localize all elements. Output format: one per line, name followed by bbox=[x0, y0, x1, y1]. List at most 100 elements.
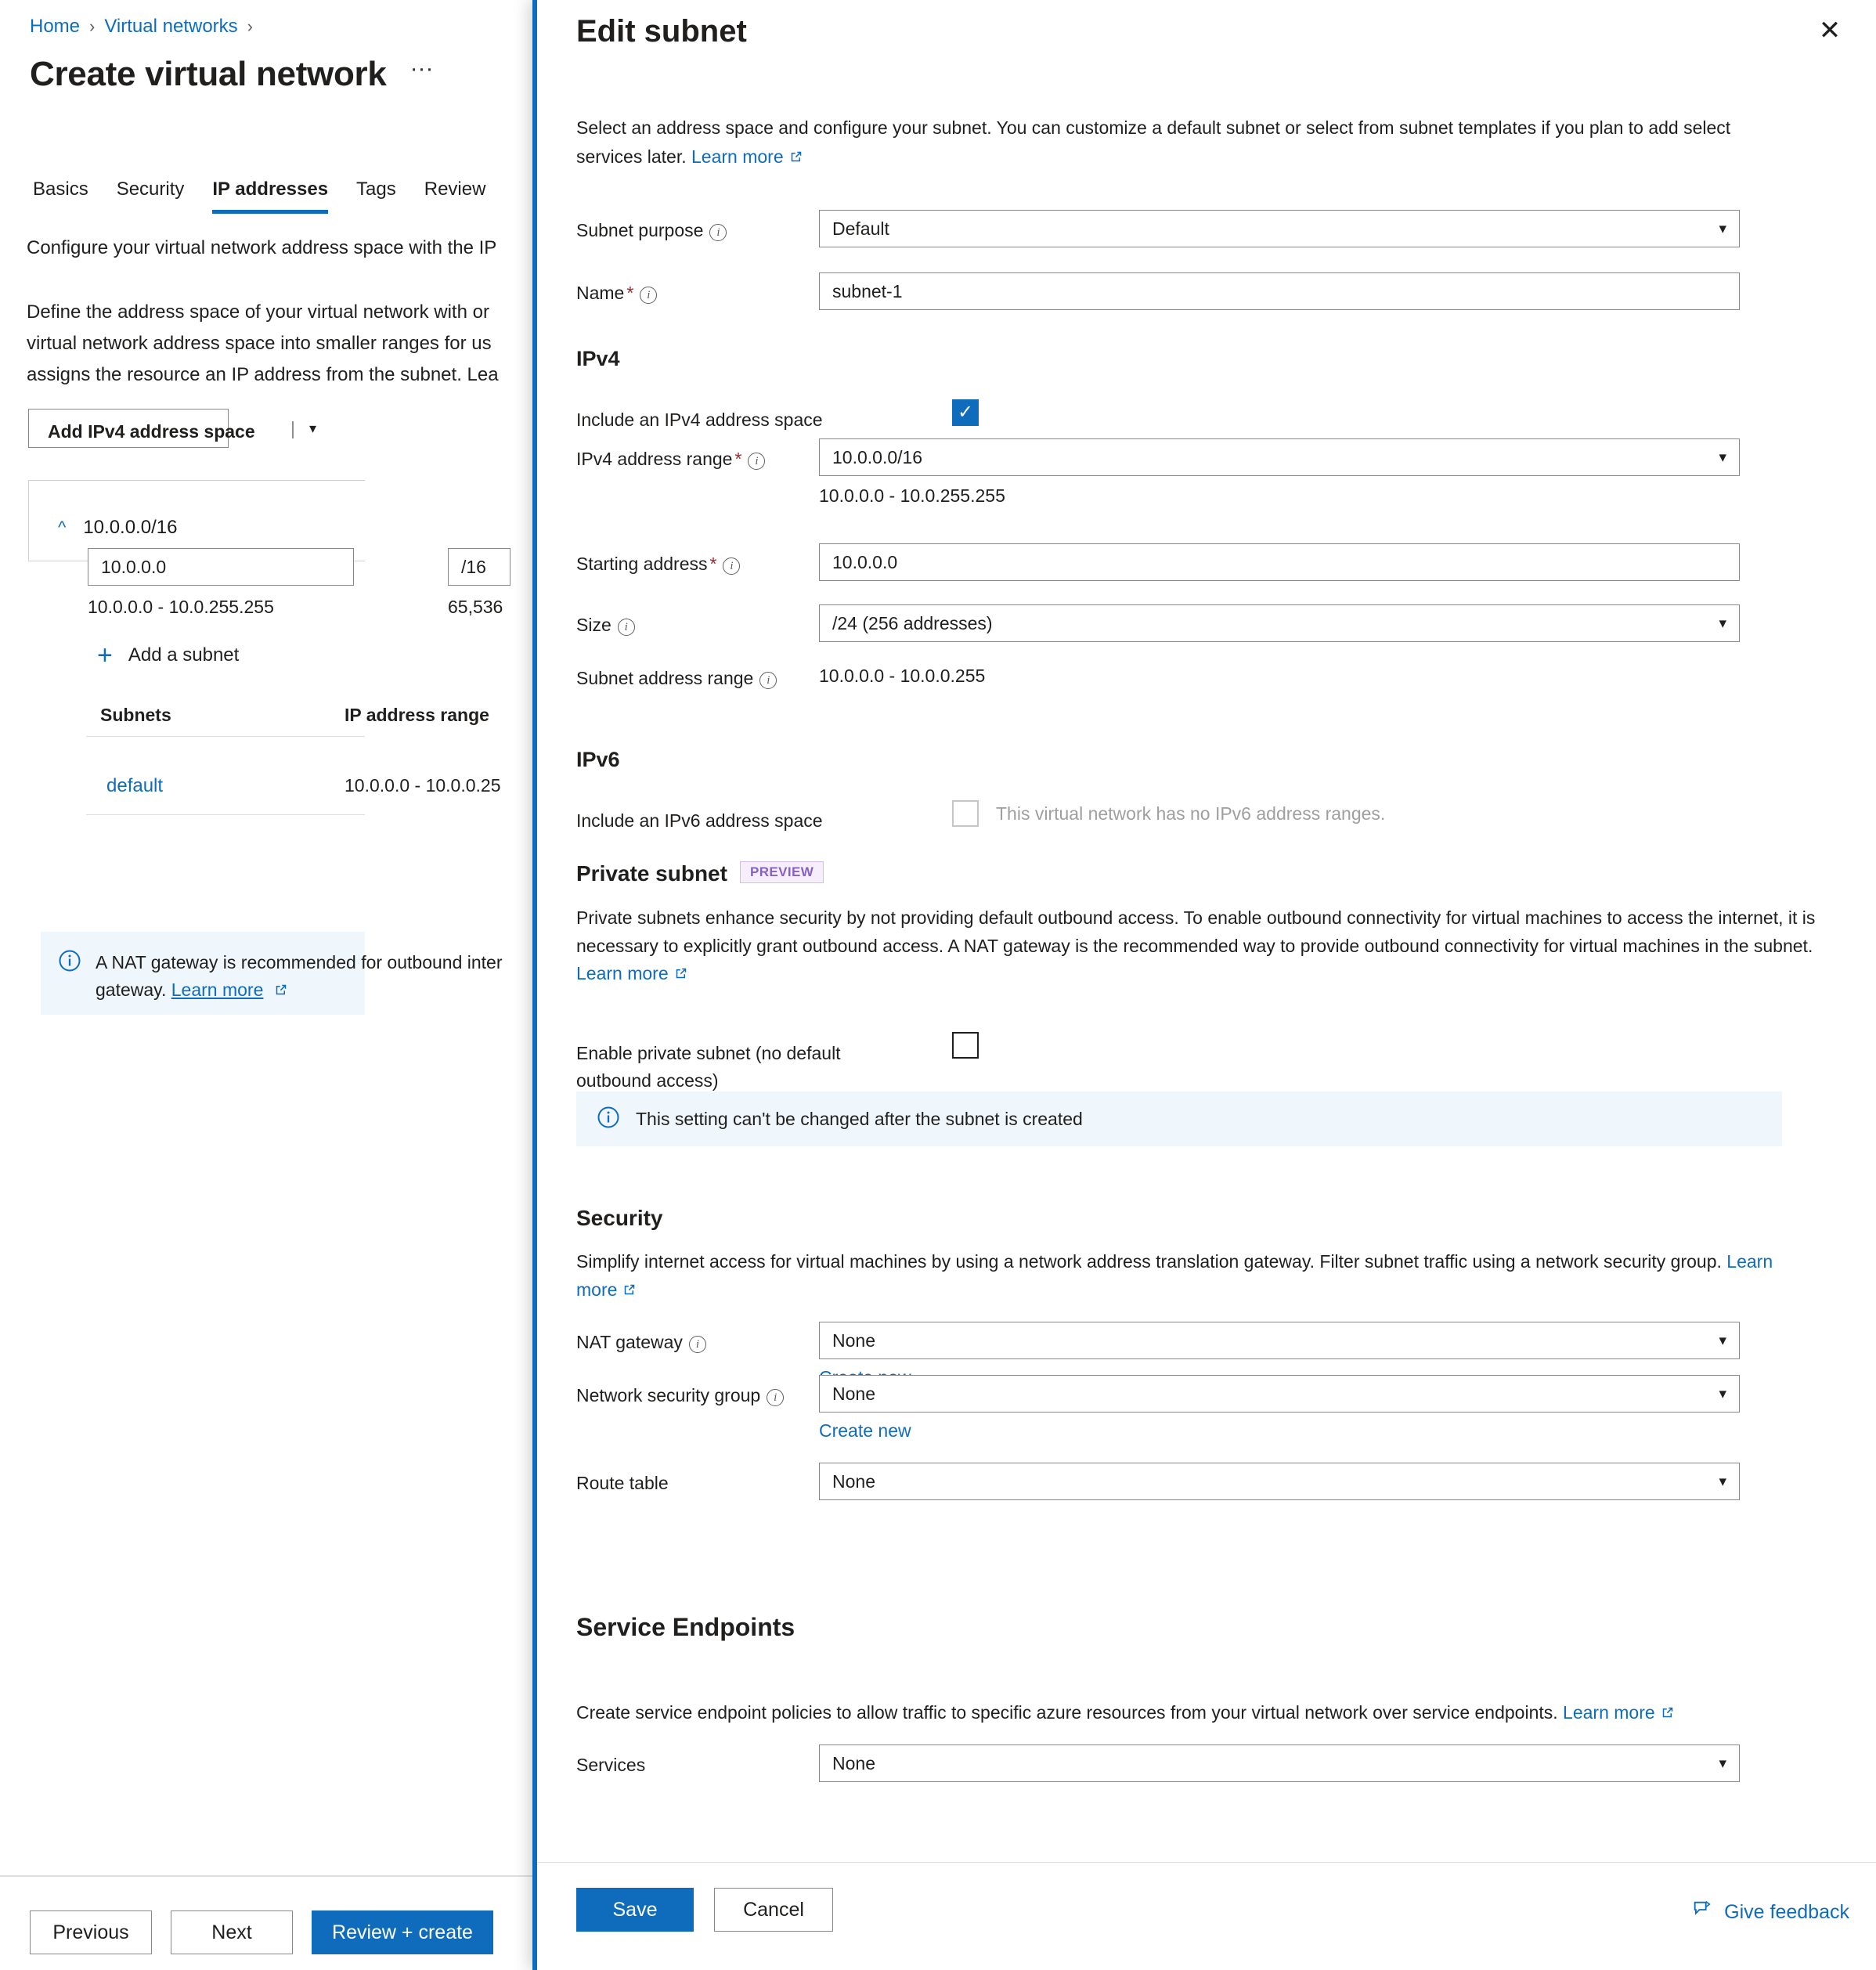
breadcrumb-home[interactable]: Home bbox=[30, 16, 80, 37]
address-space-count-text: 65,536 bbox=[448, 597, 503, 617]
security-description-text: Simplify internet access for virtual mac… bbox=[576, 1251, 1722, 1272]
wizard-tabs: Basics Security IP addresses Tags Review bbox=[19, 171, 500, 214]
subnet-purpose-value: Default bbox=[832, 218, 889, 239]
size-label-text: Size bbox=[576, 615, 612, 635]
route-table-select[interactable]: None ▾ bbox=[819, 1463, 1740, 1500]
field-row-services: Services None ▾ bbox=[576, 1744, 1829, 1782]
chevron-down-icon: ▾ bbox=[1719, 1332, 1726, 1349]
info-icon[interactable]: i bbox=[748, 453, 766, 470]
info-icon[interactable]: i bbox=[688, 1336, 706, 1353]
table-divider-bottom bbox=[86, 814, 365, 815]
field-row-enable-private-subnet: Enable private subnet (no default outbou… bbox=[576, 1032, 1829, 1094]
private-subnet-learn-more-link[interactable]: Learn more bbox=[576, 963, 669, 983]
info-icon[interactable]: i bbox=[617, 619, 635, 636]
review-create-button[interactable]: Review + create bbox=[312, 1910, 493, 1954]
route-table-value: None bbox=[832, 1470, 875, 1492]
services-value: None bbox=[832, 1752, 875, 1773]
chevron-up-icon[interactable]: ^ bbox=[58, 518, 66, 538]
ip-body-line-1: Define the address space of your virtual… bbox=[27, 301, 489, 323]
services-label: Services bbox=[576, 1755, 646, 1775]
chevron-down-icon: ▾ bbox=[1719, 220, 1726, 237]
info-icon[interactable]: i bbox=[723, 557, 741, 575]
include-ipv4-checkbox[interactable]: ✓ bbox=[952, 399, 979, 426]
nat-info-learn-more-link[interactable]: Learn more bbox=[171, 980, 264, 1000]
service-endpoints-learn-more-link[interactable]: Learn more bbox=[1563, 1702, 1655, 1723]
table-row-subnet-name[interactable]: default bbox=[106, 775, 163, 797]
service-endpoints-description: Create service endpoint policies to allo… bbox=[576, 1699, 1845, 1727]
save-button[interactable]: Save bbox=[576, 1888, 694, 1932]
breadcrumb-separator-icon: › bbox=[89, 16, 96, 36]
add-ipv4-address-space-label: Add IPv4 address space bbox=[48, 421, 255, 442]
subnet-purpose-select[interactable]: Default ▾ bbox=[819, 210, 1740, 247]
flyout-learn-more-link[interactable]: Learn more bbox=[691, 146, 784, 167]
next-button[interactable]: Next bbox=[171, 1910, 293, 1954]
nat-gateway-label: NAT gateway i bbox=[576, 1322, 819, 1355]
private-subnet-section-heading: Private subnet PREVIEW bbox=[576, 861, 824, 886]
ip-range-column-header: IP address range bbox=[345, 705, 489, 725]
ip-intro-text: Configure your virtual network address s… bbox=[27, 237, 497, 258]
name-input[interactable]: subnet-1 bbox=[819, 272, 1740, 310]
info-icon[interactable]: i bbox=[759, 672, 777, 689]
enable-private-subnet-label-line1: Enable private subnet (no default bbox=[576, 1043, 841, 1063]
starting-address-input[interactable]: 10.0.0.0 bbox=[819, 543, 1740, 581]
add-a-subnet-button[interactable]: + Add a subnet bbox=[97, 642, 239, 669]
info-icon[interactable]: i bbox=[640, 287, 658, 304]
address-space-mask-input[interactable]: /16 bbox=[448, 548, 510, 586]
give-feedback-button[interactable]: Give feedback bbox=[1691, 1899, 1849, 1926]
chevron-down-icon[interactable]: ▾ bbox=[309, 420, 316, 437]
network-security-group-select[interactable]: None ▾ bbox=[819, 1375, 1740, 1413]
tab-ip-addresses[interactable]: IP addresses bbox=[198, 171, 342, 214]
tab-review[interactable]: Review bbox=[410, 171, 500, 208]
ipv4-address-range-label: IPv4 address range * i bbox=[576, 438, 819, 472]
previous-button[interactable]: Previous bbox=[30, 1910, 152, 1954]
starting-address-label: Starting address * i bbox=[576, 543, 819, 577]
subnet-purpose-label: Subnet purpose i bbox=[576, 210, 819, 244]
flyout-description: Select an address space and configure yo… bbox=[576, 114, 1782, 171]
chevron-down-icon: ▾ bbox=[1719, 1755, 1726, 1772]
size-control: /24 (256 addresses) ▾ bbox=[819, 604, 1829, 642]
address-space-input[interactable]: 10.0.0.0 bbox=[88, 548, 354, 586]
check-icon: ✓ bbox=[957, 402, 974, 423]
nat-info-line-2: gateway. bbox=[96, 979, 167, 1000]
tab-basics[interactable]: Basics bbox=[19, 171, 103, 208]
left-footer-divider bbox=[0, 1875, 548, 1877]
field-row-include-ipv6: Include an IPv6 address space This virtu… bbox=[576, 800, 1829, 834]
chevron-down-icon: ▾ bbox=[1719, 1473, 1726, 1490]
cancel-button[interactable]: Cancel bbox=[714, 1888, 833, 1932]
nat-gateway-select[interactable]: None ▾ bbox=[819, 1322, 1740, 1359]
more-options-icon[interactable]: ··· bbox=[410, 57, 434, 92]
security-description: Simplify internet access for virtual mac… bbox=[576, 1248, 1798, 1304]
ipv4-address-range-hint: 10.0.0.0 - 10.0.255.255 bbox=[819, 485, 1005, 506]
flyout-footer: Save Cancel Give feedback bbox=[537, 1862, 1876, 1970]
page-title-row: Create virtual network ··· bbox=[30, 55, 434, 94]
required-asterisk: * bbox=[709, 554, 717, 574]
azure-create-vnet-screen: Home › Virtual networks › Create virtual ne… bbox=[0, 0, 1876, 1970]
info-icon bbox=[58, 949, 81, 1015]
field-row-subnet-address-range: Subnet address range i 10.0.0.0 - 10.0.0.… bbox=[576, 658, 1829, 691]
subnet-address-range-control: 10.0.0.0 - 10.0.0.255 bbox=[819, 658, 1829, 687]
include-ipv4-control: ✓ bbox=[952, 399, 1829, 426]
info-icon[interactable]: i bbox=[767, 1389, 785, 1406]
private-subnet-info-banner: This setting can't be changed after the … bbox=[576, 1091, 1782, 1146]
close-icon[interactable]: ✕ bbox=[1812, 13, 1848, 49]
address-space-cidr-label: 10.0.0.0/16 bbox=[83, 517, 178, 538]
add-ipv4-address-space-button[interactable]: Add IPv4 address space | ▾ bbox=[28, 409, 316, 448]
tab-tags[interactable]: Tags bbox=[342, 171, 410, 208]
network-security-group-create-new-link[interactable]: Create new bbox=[819, 1420, 911, 1441]
subnet-address-range-label: Subnet address range i bbox=[576, 658, 819, 691]
services-select[interactable]: None ▾ bbox=[819, 1744, 1740, 1782]
tab-security[interactable]: Security bbox=[103, 171, 199, 208]
breadcrumb-virtual-networks[interactable]: Virtual networks bbox=[104, 16, 237, 37]
chevron-down-icon: ▾ bbox=[1719, 1385, 1726, 1402]
subnet-address-range-value: 10.0.0.0 - 10.0.0.255 bbox=[819, 666, 986, 686]
address-space-range-text: 10.0.0.0 - 10.0.255.255 bbox=[88, 597, 274, 617]
field-row-starting-address: Starting address * i 10.0.0.0 bbox=[576, 543, 1829, 581]
info-icon[interactable]: i bbox=[709, 224, 727, 241]
name-label: Name * i bbox=[576, 272, 819, 306]
ip-body-line-3: assigns the resource an IP address from … bbox=[27, 362, 499, 389]
enable-private-subnet-checkbox[interactable] bbox=[952, 1032, 979, 1059]
include-ipv6-control: This virtual network has no IPv6 address… bbox=[952, 800, 1829, 827]
breadcrumb: Home › Virtual networks › bbox=[30, 16, 262, 38]
size-select[interactable]: /24 (256 addresses) ▾ bbox=[819, 604, 1740, 642]
ipv4-address-range-select[interactable]: 10.0.0.0/16 ▾ bbox=[819, 438, 1740, 476]
